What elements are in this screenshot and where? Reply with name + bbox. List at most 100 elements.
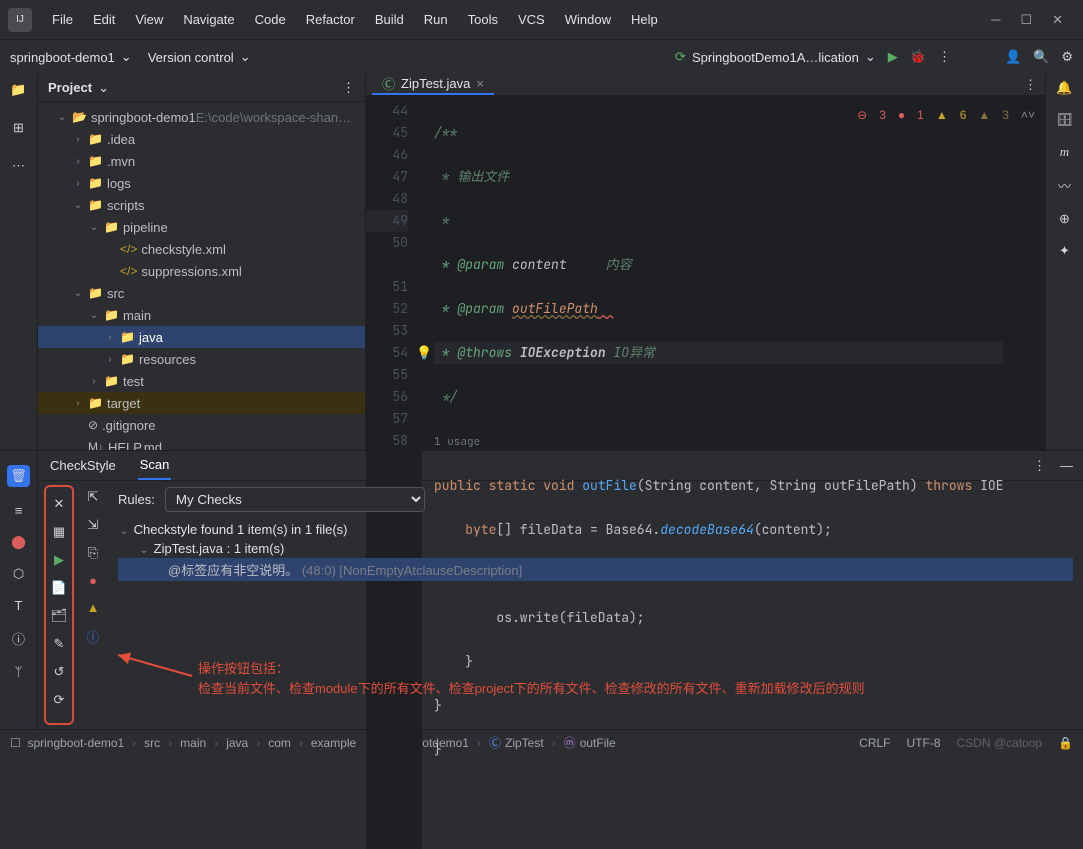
tab-scan[interactable]: Scan [138, 451, 172, 480]
stop-icon[interactable]: ▦ [50, 523, 68, 541]
code-insights[interactable]: ⊖3 ●1 ▲6 ▲3 ˄˅ [857, 108, 1035, 122]
editor-body[interactable]: 44454647484950 5152535455565758 /** * 输出… [366, 96, 1045, 849]
breadcrumb-item[interactable]: springboot-demo1 [27, 736, 124, 750]
intention-bulb-icon[interactable]: 💡 [416, 342, 432, 364]
breadcrumb-item[interactable]: java [226, 736, 248, 750]
chevron-icon[interactable]: › [104, 332, 116, 343]
hexagon-icon[interactable]: ⬡ [13, 566, 24, 582]
check-module-icon[interactable]: 📄 [50, 579, 68, 597]
more-actions-icon[interactable]: ⋮ [938, 49, 951, 65]
results-file[interactable]: ⌄ ZipTest.java : 1 item(s) [118, 539, 1073, 558]
text-icon[interactable]: T [15, 598, 23, 613]
tree-row[interactable]: ⌄📁src [38, 282, 365, 304]
usage-hint[interactable]: 1 usage [434, 435, 480, 449]
notifications-icon[interactable]: 🔔 [1056, 80, 1072, 96]
tree-row[interactable]: ⊘.gitignore [38, 414, 365, 436]
run-icon[interactable]: ▶ [888, 49, 898, 65]
close-icon[interactable]: ✕ [1052, 12, 1063, 28]
panel-minimize-icon[interactable]: — [1060, 458, 1073, 474]
filter-warning-icon[interactable]: ▲ [87, 600, 100, 615]
search-icon[interactable]: 🔍 [1033, 49, 1049, 65]
vcs-selector[interactable]: Version control ⌄ [148, 49, 251, 65]
breadcrumb-item[interactable]: example [311, 736, 356, 750]
chevron-icon[interactable]: ⌄ [56, 112, 68, 123]
tree-row[interactable]: ›📁.idea [38, 128, 365, 150]
tree-row[interactable]: ⌄📂springboot-demo1 E:\code\workspace-sha… [38, 106, 365, 128]
project-tree[interactable]: ⌄📂springboot-demo1 E:\code\workspace-sha… [38, 102, 365, 450]
chevron-icon[interactable]: › [104, 354, 116, 365]
chevron-up-down-icon[interactable]: ˄˅ [1021, 108, 1035, 122]
project-tool-icon[interactable]: 📁 [9, 80, 29, 100]
results-issue[interactable]: @标签应有非空说明。 (48:0) [NonEmptyAtclauseDescr… [118, 558, 1073, 581]
menu-run[interactable]: Run [416, 8, 456, 31]
run-icon[interactable]: ▶ [50, 551, 68, 569]
record-icon[interactable]: ⬤ [11, 534, 26, 550]
menu-view[interactable]: View [127, 8, 171, 31]
tree-row[interactable]: ⌄📁pipeline [38, 216, 365, 238]
layers-icon[interactable]: ≡ [15, 503, 23, 518]
chevron-icon[interactable]: › [72, 134, 84, 145]
debug-icon[interactable]: 🐞 [910, 49, 926, 65]
tree-row[interactable]: ⌄📁scripts [38, 194, 365, 216]
panel-more-icon[interactable]: ⋮ [342, 80, 355, 96]
rules-select[interactable]: My Checks [165, 487, 425, 512]
project-selector[interactable]: springboot-demo1 ⌄ [10, 49, 132, 65]
ai-icon[interactable]: ✦ [1059, 243, 1070, 259]
editor-more-icon[interactable]: ⋮ [1024, 77, 1037, 93]
menu-file[interactable]: File [44, 8, 81, 31]
statusbar-square-icon[interactable]: ☐ [10, 736, 21, 750]
chevron-icon[interactable]: › [72, 178, 84, 189]
minimize-icon[interactable]: ─ [991, 12, 1000, 28]
menu-window[interactable]: Window [557, 8, 619, 31]
tree-row[interactable]: </>suppressions.xml [38, 260, 365, 282]
editor-tab[interactable]: Ⓒ ZipTest.java × [372, 74, 494, 95]
menu-edit[interactable]: Edit [85, 8, 123, 31]
structure-tool-icon[interactable]: ⊞ [9, 118, 29, 138]
gear-icon[interactable]: ⚙ [1061, 49, 1073, 65]
menu-tools[interactable]: Tools [460, 8, 506, 31]
more-tool-icon[interactable]: ⋯ [9, 156, 29, 176]
trash-icon[interactable]: 🗑 [7, 465, 30, 487]
filter-info-icon[interactable]: ⓘ [86, 627, 99, 646]
menu-refactor[interactable]: Refactor [298, 8, 363, 31]
readonly-icon[interactable]: 🔒 [1058, 736, 1073, 750]
tree-row[interactable]: ›📁target [38, 392, 365, 414]
user-icon[interactable]: 👤 [1005, 49, 1021, 65]
chevron-icon[interactable]: ⌄ [72, 200, 84, 211]
check-project-icon[interactable]: 🗂 [50, 607, 68, 625]
chevron-icon[interactable]: ⌄ [72, 288, 84, 299]
menu-help[interactable]: Help [623, 8, 666, 31]
tree-row[interactable]: ›📁test [38, 370, 365, 392]
chevron-icon[interactable]: › [72, 156, 84, 167]
tree-row[interactable]: ›📁java [38, 326, 365, 348]
results-summary[interactable]: ⌄ Checkstyle found 1 item(s) in 1 file(s… [118, 520, 1073, 539]
breadcrumb-item[interactable]: main [180, 736, 206, 750]
branch-icon[interactable]: ᛘ [15, 664, 23, 679]
chevron-icon[interactable]: ⌄ [88, 222, 100, 233]
pulse-icon[interactable]: 〰 [1058, 176, 1071, 195]
tree-row[interactable]: ›📁resources [38, 348, 365, 370]
chevron-icon[interactable]: ⌄ [88, 310, 100, 321]
tree-row[interactable]: M↓HELP.md [38, 436, 365, 450]
expand-icon[interactable]: ⇱ [88, 489, 99, 505]
menu-navigate[interactable]: Navigate [175, 8, 242, 31]
tree-row[interactable]: ›📁logs [38, 172, 365, 194]
tree-row[interactable]: ›📁.mvn [38, 150, 365, 172]
close-icon[interactable]: ✕ [50, 495, 68, 513]
reload-rules-icon[interactable]: ↺ [50, 663, 68, 681]
check-changes-icon[interactable]: ✎ [50, 635, 68, 653]
tab-close-icon[interactable]: × [476, 76, 484, 91]
collapse-icon[interactable]: ⇲ [88, 517, 99, 533]
menu-code[interactable]: Code [247, 8, 294, 31]
breadcrumb-item[interactable]: com [268, 736, 291, 750]
menu-vcs[interactable]: VCS [510, 8, 553, 31]
chevron-icon[interactable]: › [72, 398, 84, 409]
chevron-down-icon[interactable]: ⌄ [98, 80, 109, 96]
code-lines[interactable]: /** * 输出文件 * * @param content 内容 * @para… [422, 96, 1003, 849]
chevron-icon[interactable]: › [88, 376, 100, 387]
autoscroll-icon[interactable]: ⎘ [88, 545, 98, 561]
database-icon[interactable]: 🗄 [1056, 112, 1073, 128]
sync-icon[interactable]: ⟳ [50, 691, 68, 709]
tab-checkstyle[interactable]: CheckStyle [48, 451, 118, 480]
run-config-selector[interactable]: ⟳ SpringbootDemo1A…lication ⌄ [675, 49, 876, 65]
